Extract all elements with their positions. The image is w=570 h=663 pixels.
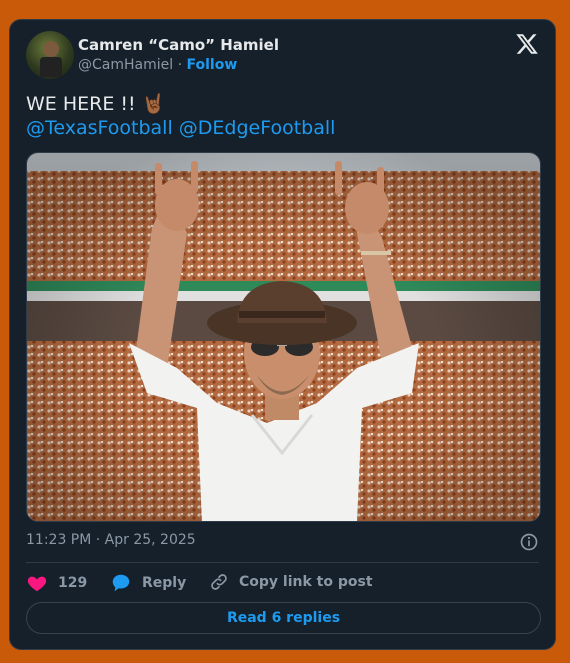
author-handle-row: @CamHamiel · Follow	[78, 57, 237, 73]
divider	[26, 562, 539, 563]
heart-icon	[27, 576, 47, 592]
read-replies-button[interactable]: Read 6 replies	[26, 602, 541, 634]
x-logo-icon[interactable]	[515, 32, 539, 56]
read-replies-label: Read 6 replies	[226, 610, 341, 626]
tweet-mentions: @TexasFootball @DEdgeFootball	[26, 117, 335, 139]
follow-button[interactable]: Follow	[187, 57, 238, 73]
mention-dedgefootball[interactable]: @DEdgeFootball	[179, 117, 336, 139]
like-button[interactable]: 129	[26, 572, 87, 594]
author-handle[interactable]: @CamHamiel	[78, 57, 173, 73]
avatar-head	[43, 41, 59, 57]
tweet-text: WE HERE !! 🤘🏾	[26, 93, 166, 115]
handle-separator: ·	[177, 57, 183, 73]
avatar[interactable]	[26, 31, 74, 79]
link-icon	[211, 574, 227, 590]
like-count: 129	[58, 575, 88, 591]
author-display-name[interactable]: Camren “Camo” Hamiel	[78, 36, 279, 54]
tweet-card: Camren “Camo” Hamiel @CamHamiel · Follow…	[9, 19, 556, 650]
tweet-photo[interactable]	[26, 152, 541, 522]
reply-bubble-icon	[112, 574, 130, 592]
copy-link-button[interactable]: Copy link to post	[209, 572, 373, 592]
copy-link-label: Copy link to post	[239, 574, 373, 590]
info-icon[interactable]	[519, 532, 539, 552]
avatar-jersey	[40, 57, 62, 77]
reply-label: Reply	[142, 575, 187, 591]
tweet-timestamp[interactable]: 11:23 PM · Apr 25, 2025	[26, 532, 196, 548]
reply-button[interactable]: Reply	[110, 572, 186, 594]
mention-texasfootball[interactable]: @TexasFootball	[26, 117, 173, 139]
photo-illustration	[27, 153, 540, 521]
